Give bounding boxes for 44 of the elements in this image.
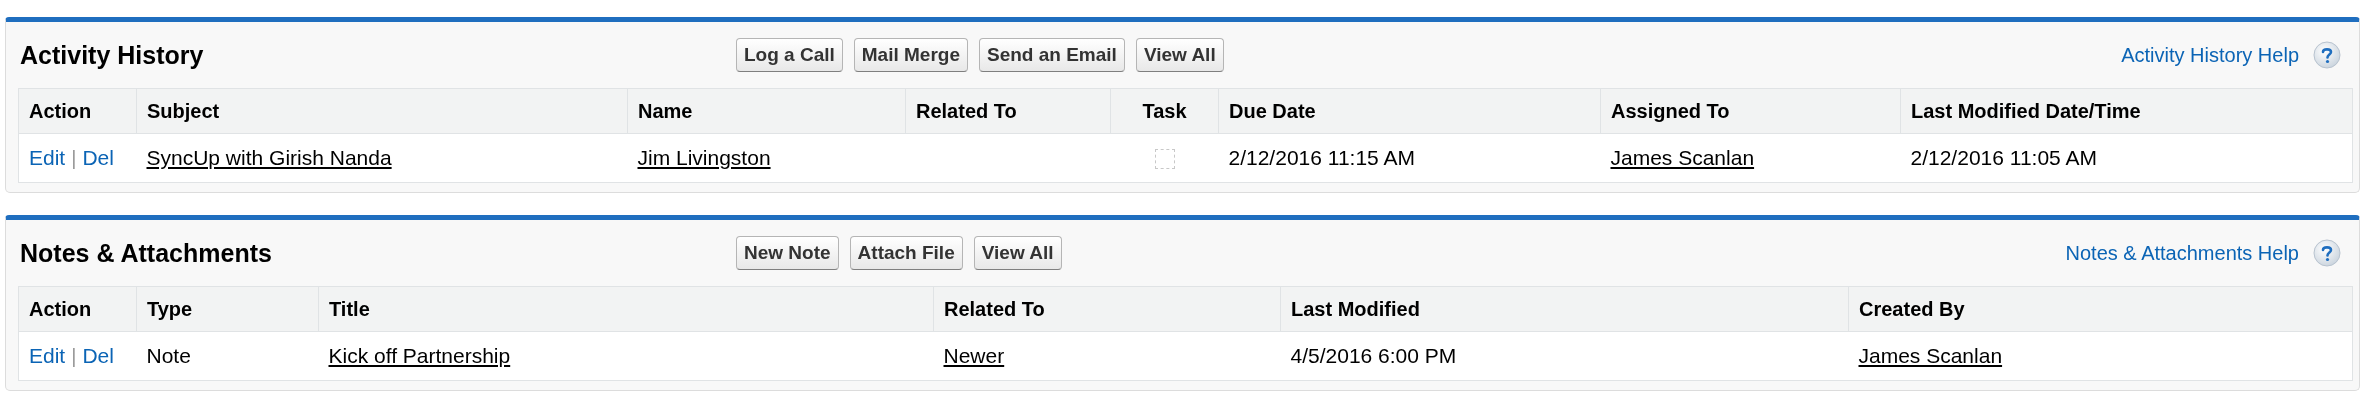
table-cell: 2/12/2016 11:15 AM — [1228, 146, 1415, 169]
column-header: Related To — [933, 286, 1281, 332]
action-link[interactable]: Edit — [29, 146, 66, 169]
help-link[interactable]: Notes & Attachments Help — [2065, 241, 2299, 265]
table-link[interactable]: Kick off Partnership — [328, 344, 511, 367]
table-cell: 2/12/2016 11:05 AM — [1910, 146, 2097, 169]
column-header: Related To — [905, 88, 1111, 134]
column-header: Created By — [1848, 286, 2353, 332]
panel-title: Notes & Attachments — [20, 238, 273, 268]
column-header: Last Modified — [1280, 286, 1849, 332]
help-icon[interactable] — [2313, 41, 2341, 69]
toolbar-button[interactable]: Attach File — [849, 236, 963, 270]
column-header: Due Date — [1218, 88, 1601, 134]
action-link[interactable]: Del — [82, 344, 114, 367]
toolbar-button[interactable]: Mail Merge — [853, 38, 968, 72]
toolbar-button[interactable]: New Note — [736, 236, 839, 270]
separator: | — [71, 345, 77, 367]
column-header: Subject — [136, 88, 628, 134]
table-cell: 4/5/2016 6:00 PM — [1290, 344, 1457, 367]
table-link[interactable]: SyncUp with Girish Nanda — [146, 146, 392, 169]
table-link[interactable]: James Scanlan — [1610, 146, 1755, 169]
column-header: Task — [1110, 88, 1219, 134]
column-header: Name — [627, 88, 906, 134]
action-link[interactable]: Edit — [29, 344, 66, 367]
action-link[interactable]: Del — [82, 146, 114, 169]
column-header: Last Modified Date/Time — [1900, 88, 2353, 134]
separator: | — [71, 147, 77, 169]
help-icon[interactable] — [2313, 239, 2341, 267]
column-header: Title — [318, 286, 934, 332]
toolbar-button[interactable]: View All — [1135, 38, 1224, 72]
toolbar-button[interactable]: Send an Email — [979, 38, 1125, 72]
column-header: Assigned To — [1600, 88, 1901, 134]
column-header: Type — [136, 286, 319, 332]
toolbar-button[interactable]: Log a Call — [736, 38, 843, 72]
help-link[interactable]: Activity History Help — [2121, 43, 2299, 67]
task-checkbox[interactable] — [1154, 149, 1175, 170]
table-cell: Note — [146, 344, 191, 367]
column-header: Action — [18, 286, 137, 332]
panel-title: Activity History — [20, 40, 205, 70]
table-link[interactable]: Jim Livingston — [637, 146, 771, 169]
table-link[interactable]: James Scanlan — [1858, 344, 2003, 367]
column-header: Action — [18, 88, 137, 134]
table-link[interactable]: Newer — [943, 344, 1005, 367]
toolbar-button[interactable]: View All — [973, 236, 1062, 270]
